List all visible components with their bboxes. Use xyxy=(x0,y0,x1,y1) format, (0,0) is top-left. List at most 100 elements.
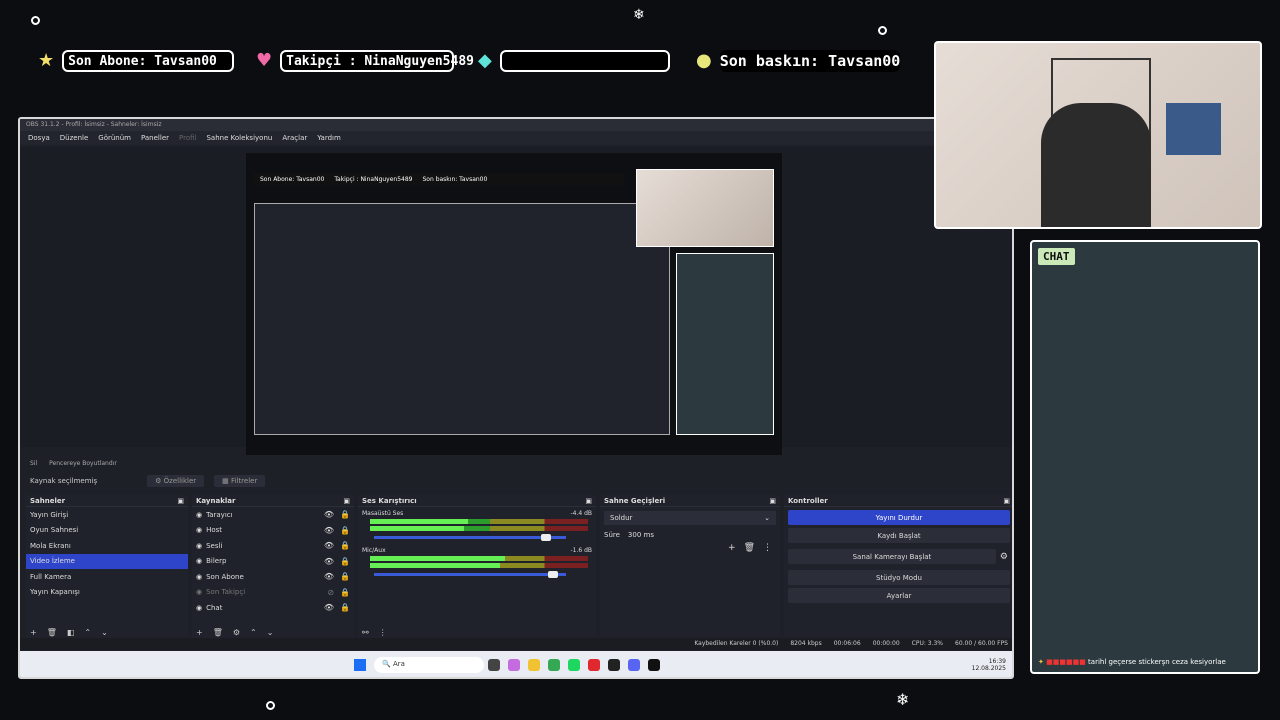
volume-slider[interactable] xyxy=(374,571,566,578)
lock-icon[interactable]: 🔒 xyxy=(340,588,350,597)
preview-area[interactable]: Son Abone: Tavsan00 Takipçi : NinaNguyen… xyxy=(20,147,1012,455)
app-icon[interactable] xyxy=(608,659,620,671)
add-icon[interactable]: + xyxy=(728,543,736,553)
source-item[interactable]: ◉ Sesli 👁 🔒 xyxy=(192,538,354,554)
dock-float-icon[interactable]: ▣ xyxy=(585,497,592,505)
volume-knob[interactable] xyxy=(540,534,551,541)
source-item[interactable]: ◉ Son Abone 👁 🔒 xyxy=(192,569,354,585)
eye-icon[interactable]: 👁 xyxy=(324,557,334,566)
eye-icon[interactable]: 👁 xyxy=(324,526,334,535)
link-icon[interactable]: ⚯ xyxy=(362,628,369,637)
taskbar-search[interactable]: 🔍 Ara xyxy=(374,657,484,673)
trash-icon[interactable]: 🗑 xyxy=(47,628,57,637)
duration-input[interactable]: 300 ms xyxy=(628,531,654,539)
cpu-usage: CPU: 3.3% xyxy=(911,640,944,647)
scene-item[interactable]: Yayın Girişi xyxy=(26,507,188,523)
properties-button[interactable]: ⚙ Özellikler xyxy=(147,475,205,487)
studio-mode-button[interactable]: Stüdyo Modu xyxy=(788,570,1010,585)
add-icon[interactable]: + xyxy=(30,628,37,637)
menu-sahne-koleksiyonu[interactable]: Sahne Koleksiyonu xyxy=(206,134,272,142)
spotify-icon[interactable] xyxy=(568,659,580,671)
taskview-icon[interactable] xyxy=(488,659,500,671)
mixer-toolbar: ⚯ ⋮ xyxy=(362,628,387,637)
windows-start-icon[interactable] xyxy=(354,659,366,671)
chrome-icon[interactable] xyxy=(548,659,560,671)
lock-icon[interactable]: 🔒 xyxy=(340,526,350,535)
alert-son-abone: ★ Son Abone: Tavsan00 xyxy=(38,50,235,72)
menu-duzenle[interactable]: Düzenle xyxy=(60,134,89,142)
copilot-icon[interactable] xyxy=(508,659,520,671)
dock-float-icon[interactable]: ▣ xyxy=(343,497,350,505)
opera-icon[interactable] xyxy=(588,659,600,671)
start-recording-button[interactable]: Kaydı Başlat xyxy=(788,528,1010,543)
volume-knob[interactable] xyxy=(548,571,559,578)
scene-item[interactable]: Yayın Kapanışı xyxy=(26,585,188,601)
lock-icon[interactable]: 🔒 xyxy=(340,572,350,581)
filter-icon[interactable]: ◧ xyxy=(67,628,75,637)
down-icon[interactable]: ⌄ xyxy=(267,628,274,637)
menu-profil[interactable]: Profil xyxy=(179,134,196,142)
menu-paneller[interactable]: Paneller xyxy=(141,134,169,142)
scene-item[interactable]: Oyun Sahnesi xyxy=(26,523,188,539)
volume-slider[interactable] xyxy=(374,534,566,541)
add-icon[interactable]: + xyxy=(196,628,203,637)
duration-row: Süre 300 ms xyxy=(600,529,780,541)
nested-takipci: Takipçi : NinaNguyen5489 xyxy=(334,175,413,183)
menu-gorunum[interactable]: Görünüm xyxy=(98,134,131,142)
folder-icon[interactable] xyxy=(528,659,540,671)
more-icon[interactable]: ⋮ xyxy=(763,543,772,553)
dock-float-icon[interactable]: ▣ xyxy=(177,497,184,505)
source-item[interactable]: ◉ Bilerp 👁 🔒 xyxy=(192,554,354,570)
obs-icon[interactable] xyxy=(648,659,660,671)
discord-icon[interactable] xyxy=(628,659,640,671)
eye-icon[interactable]: 👁 xyxy=(324,572,334,581)
gear-icon[interactable]: ⚙ xyxy=(1000,552,1008,562)
source-item[interactable]: ◉ Host 👁 🔒 xyxy=(192,523,354,539)
eye-off-icon[interactable]: ⊘ xyxy=(327,588,334,597)
preview-canvas[interactable]: Son Abone: Tavsan00 Takipçi : NinaNguyen… xyxy=(246,153,782,455)
source-item[interactable]: ◉ Tarayıcı 👁 🔒 xyxy=(192,507,354,523)
transition-select[interactable]: Soldur ⌄ xyxy=(604,511,776,525)
eye-icon[interactable]: 👁 xyxy=(324,510,334,519)
filters-button[interactable]: ▦ Filtreler xyxy=(214,475,266,487)
lock-icon[interactable]: 🔒 xyxy=(340,510,350,519)
menu-yardim[interactable]: Yardım xyxy=(317,134,341,142)
settings-button[interactable]: Ayarlar xyxy=(788,588,1010,603)
trash-icon[interactable]: 🗑 xyxy=(213,628,223,637)
bitrate: 8204 kbps xyxy=(790,640,822,647)
snowflake-icon: ❄ xyxy=(633,7,645,23)
nested-webcam xyxy=(636,169,774,247)
dock-float-icon[interactable]: ▣ xyxy=(769,497,776,505)
more-icon[interactable]: ⋮ xyxy=(379,628,387,637)
eye-icon[interactable]: 👁 xyxy=(324,603,334,612)
delete-transform[interactable]: Sil xyxy=(30,460,37,468)
no-source-label: Kaynak seçilmemiş xyxy=(30,477,98,485)
taskbar-clock[interactable]: 16:39 12.08.2025 xyxy=(972,658,1006,672)
source-item-hidden[interactable]: ◉ Son Takipçi ⊘ 🔒 xyxy=(192,585,354,601)
eye-icon[interactable]: 👁 xyxy=(324,541,334,550)
start-virtual-cam-button[interactable]: Sanal Kamerayı Başlat xyxy=(788,549,996,564)
up-icon[interactable]: ⌃ xyxy=(84,628,91,637)
scene-item-selected[interactable]: Video İzleme xyxy=(26,553,188,569)
lock-icon[interactable]: 🔒 xyxy=(340,603,350,612)
lock-icon[interactable]: 🔒 xyxy=(340,541,350,550)
source-item[interactable]: ◉ Chat 👁 🔒 xyxy=(192,600,354,616)
trash-icon[interactable]: 🗑 xyxy=(744,543,755,553)
chat-label: CHAT xyxy=(1038,248,1075,265)
dropped-frames: Kaybedilen Kareler 0 (%0.0) xyxy=(694,640,779,647)
menu-dosya[interactable]: Dosya xyxy=(28,134,50,142)
dock-float-icon[interactable]: ▣ xyxy=(1003,497,1010,505)
scene-item[interactable]: Full Kamera xyxy=(26,569,188,585)
lock-icon[interactable]: 🔒 xyxy=(340,557,350,566)
menu-araclar[interactable]: Araçlar xyxy=(282,134,307,142)
obs-menubar: Dosya Düzenle Görünüm Paneller Profil Sa… xyxy=(20,131,1012,145)
nested-obs-capture xyxy=(254,203,670,435)
scenes-dock: Sahneler ▣ Yayın Girişi Oyun Sahnesi Mola… xyxy=(26,495,188,639)
fit-to-window[interactable]: Pencereye Boyutlandır xyxy=(49,460,117,468)
scene-item[interactable]: Mola Ekranı xyxy=(26,538,188,554)
gear-icon[interactable]: ⚙ xyxy=(233,628,240,637)
up-icon[interactable]: ⌃ xyxy=(250,628,257,637)
channel-db: -1.6 dB xyxy=(570,547,592,554)
down-icon[interactable]: ⌄ xyxy=(101,628,108,637)
stop-stream-button[interactable]: Yayını Durdur xyxy=(788,510,1010,525)
